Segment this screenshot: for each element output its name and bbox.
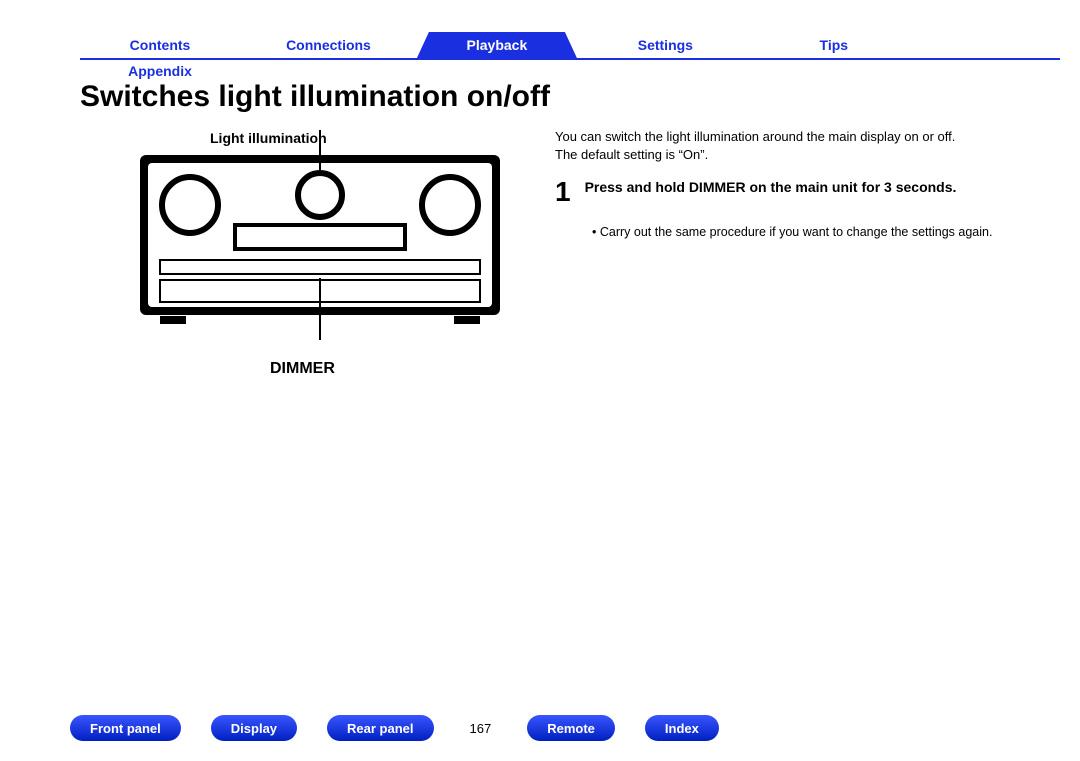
- diagram-label-light: Light illumination: [210, 130, 327, 146]
- pill-front-panel[interactable]: Front panel: [70, 715, 181, 741]
- page-title: Switches light illumination on/off: [80, 80, 550, 114]
- step-bullet: Carry out the same procedure if you want…: [592, 224, 1052, 242]
- tab-connections[interactable]: Connections: [248, 32, 408, 58]
- top-divider: [80, 58, 1060, 60]
- top-tab-bar: Contents Connections Playback Settings T…: [80, 32, 1060, 58]
- step-instruction: Press and hold DIMMER on the main unit f…: [585, 178, 957, 197]
- pill-index[interactable]: Index: [645, 715, 719, 741]
- pill-display[interactable]: Display: [211, 715, 297, 741]
- tab-playback[interactable]: Playback: [417, 32, 577, 58]
- product-diagram: Light illumination DIMMER: [120, 130, 540, 380]
- diagram-label-dimmer: DIMMER: [270, 360, 335, 378]
- pill-remote[interactable]: Remote: [527, 715, 615, 741]
- bottom-nav: Front panel Display Rear panel 167 Remot…: [70, 715, 719, 741]
- receiver-icon: [120, 130, 520, 350]
- pill-rear-panel[interactable]: Rear panel: [327, 715, 433, 741]
- page-number: 167: [470, 721, 492, 736]
- description-text: You can switch the light illumination ar…: [555, 128, 1045, 163]
- tab-tips[interactable]: Tips: [754, 32, 914, 58]
- tab-contents[interactable]: Contents: [80, 32, 240, 58]
- step-1: 1 Press and hold DIMMER on the main unit…: [555, 178, 1055, 206]
- tab-settings[interactable]: Settings: [585, 32, 745, 58]
- step-number: 1: [555, 178, 571, 206]
